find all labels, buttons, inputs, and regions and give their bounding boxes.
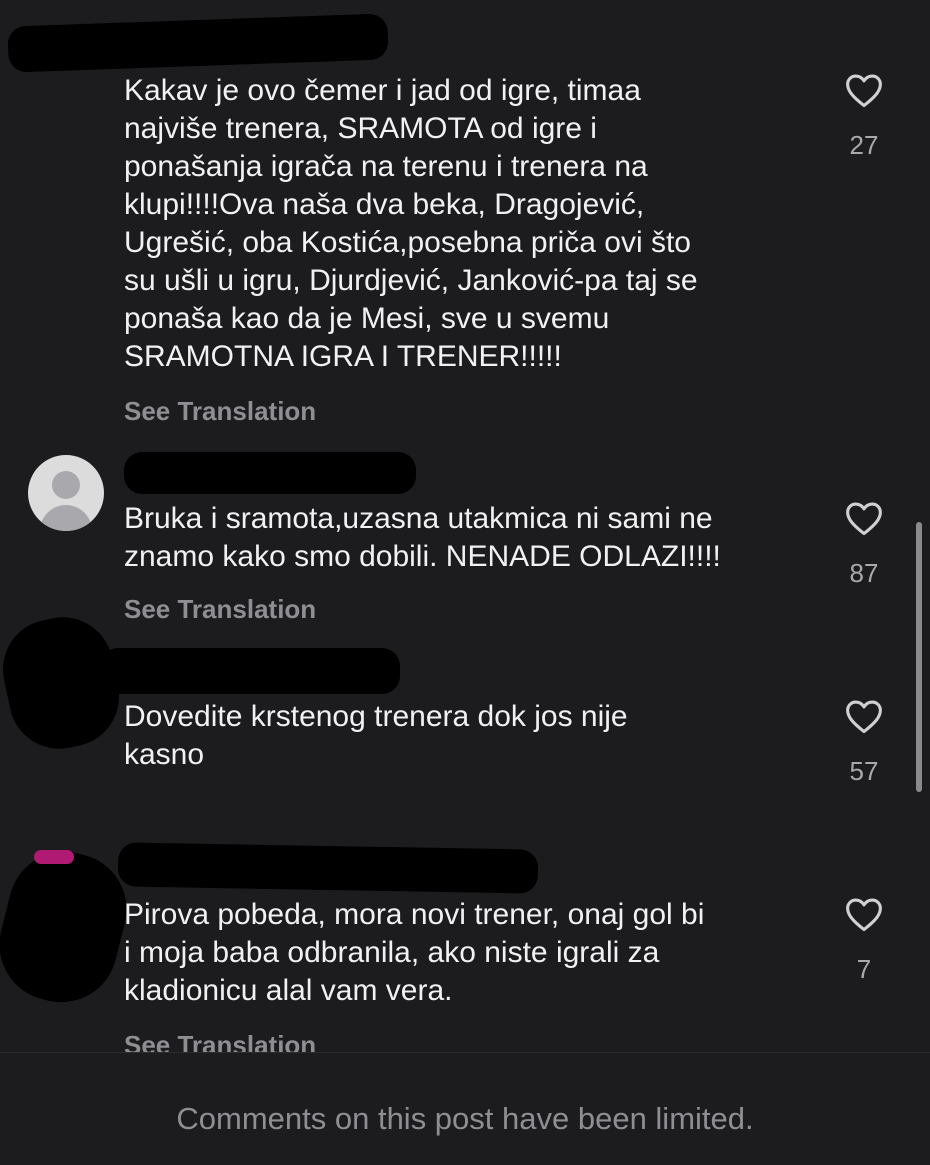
heart-outline-icon[interactable] (844, 698, 884, 734)
redacted-avatar-accent (34, 850, 74, 864)
like-count: 7 (856, 954, 872, 984)
comment-text: Dovedite krstenog trenera dok jos nije k… (124, 700, 628, 771)
heart-outline-icon[interactable] (844, 500, 884, 536)
heart-outline-icon[interactable] (844, 72, 884, 108)
comment-text: Pirova pobeda, mora novi trener, onaj go… (124, 898, 705, 1007)
like-control: 57 (832, 698, 896, 787)
comment-text: Kakav je ovo čemer i jad od igre, timaa … (124, 74, 698, 373)
like-count: 27 (849, 130, 879, 160)
redacted-username (100, 648, 400, 694)
redacted-username (117, 842, 539, 894)
scrollbar[interactable] (916, 522, 922, 792)
comments-limited-footer: Comments on this post have been limited. (0, 1052, 930, 1165)
like-count: 57 (849, 756, 879, 786)
see-translation-link[interactable]: See Translation (124, 594, 316, 625)
redacted-username (124, 452, 416, 494)
like-control: 27 (832, 72, 896, 161)
comment-text: Bruka i sramota,uzasna utakmica ni sami … (124, 502, 721, 573)
like-count: 87 (849, 558, 879, 588)
see-translation-link[interactable]: See Translation (124, 396, 316, 427)
comments-screen: Kakav je ovo čemer i jad od igre, timaa … (0, 0, 930, 1165)
default-avatar-icon[interactable] (28, 455, 104, 531)
like-control: 87 (832, 500, 896, 589)
heart-outline-icon[interactable] (844, 896, 884, 932)
redacted-username (7, 13, 389, 73)
comments-limited-notice: Comments on this post have been limited. (176, 1101, 754, 1136)
like-control: 7 (832, 896, 896, 985)
